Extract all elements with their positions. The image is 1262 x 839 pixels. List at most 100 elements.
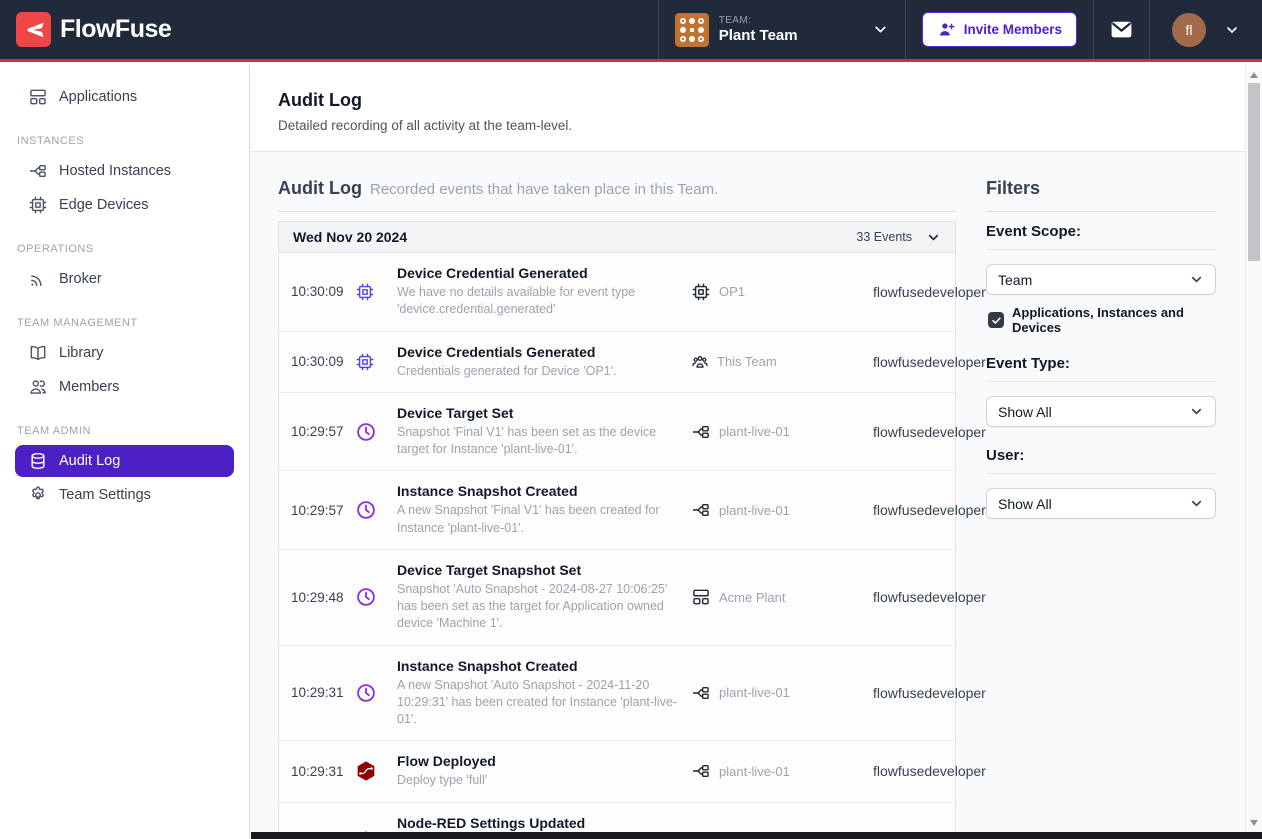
sidebar-item-label: Team Settings xyxy=(59,487,151,503)
event-time: 10:29:57 xyxy=(291,424,355,439)
team-name: Plant Team xyxy=(719,27,798,44)
audit-section-subtitle: Recorded events that have taken place in… xyxy=(370,181,718,198)
sidebar-item-members[interactable]: Members xyxy=(0,371,249,403)
event-time: 10:29:57 xyxy=(291,503,355,518)
scroll-up-arrow-icon[interactable] xyxy=(1250,72,1258,78)
clock-icon xyxy=(355,499,377,521)
chevron-down-icon xyxy=(872,21,889,38)
sidebar-item-label: Audit Log xyxy=(59,453,120,469)
chevron-down-icon xyxy=(1189,496,1204,511)
user-filter-value: Show All xyxy=(998,496,1052,512)
chevron-down-icon xyxy=(926,230,941,245)
database-icon xyxy=(28,451,48,471)
audit-date-group-header[interactable]: Wed Nov 20 2024 33 Events xyxy=(279,222,955,253)
sidebar-section-label: INSTANCES xyxy=(17,135,249,147)
event-description: Deploy type 'full' xyxy=(397,772,679,789)
scope-include-checkbox-row[interactable]: Applications, Instances and Devices xyxy=(988,305,1216,335)
brand-name: FlowFuse xyxy=(60,15,171,44)
scroll-down-arrow-icon[interactable] xyxy=(1250,820,1258,826)
event-time: 10:30:09 xyxy=(291,284,355,299)
sidebar-item-hosted-instances[interactable]: Hosted Instances xyxy=(0,155,249,187)
page-header: Audit Log Detailed recording of all acti… xyxy=(251,65,1245,152)
audit-table: Wed Nov 20 2024 33 Events 10:30:09 Devic… xyxy=(278,221,956,839)
chevron-down-icon xyxy=(1224,22,1240,38)
brand[interactable]: FlowFuse xyxy=(0,0,187,59)
audit-event-row[interactable]: 10:29:48 Device Target Snapshot Set Snap… xyxy=(279,550,955,646)
event-user: flowfusedeveloper xyxy=(873,763,986,779)
audit-event-row[interactable]: 10:29:31 Instance Snapshot Created A new… xyxy=(279,646,955,742)
pipeline-icon xyxy=(691,500,711,520)
sidebar-item-audit-log[interactable]: Audit Log xyxy=(15,445,234,477)
audit-section-title: Audit Log xyxy=(278,178,362,199)
event-scope-select[interactable]: Team xyxy=(986,264,1216,295)
event-description: A new Snapshot 'Final V1' has been creat… xyxy=(397,502,679,537)
user-avatar: fl xyxy=(1172,13,1206,47)
event-description: Snapshot 'Final V1' has been set as the … xyxy=(397,424,679,459)
event-time: 10:29:48 xyxy=(291,590,355,605)
event-scope-label: Acme Plant xyxy=(719,590,785,605)
scrollbar-thumb[interactable] xyxy=(1248,83,1260,261)
event-scope-label: plant-live-01 xyxy=(719,685,790,700)
group-event-count: 33 Events xyxy=(856,230,912,244)
user-select[interactable]: Show All xyxy=(986,488,1216,519)
top-navbar: FlowFuse TEAM xyxy=(0,0,1262,62)
library-icon xyxy=(28,343,48,363)
user-menu[interactable]: fl xyxy=(1149,0,1262,59)
sidebar-item-team-settings[interactable]: Team Settings xyxy=(0,479,249,511)
team-icon xyxy=(691,353,709,371)
sidebar-item-edge-devices[interactable]: Edge Devices xyxy=(0,189,249,221)
sidebar-item-label: Edge Devices xyxy=(59,197,148,213)
gear-icon xyxy=(28,485,48,505)
event-type-select[interactable]: Show All xyxy=(986,396,1216,427)
filter-label-user: User: xyxy=(986,447,1216,474)
event-title: Device Target Set xyxy=(397,405,679,421)
group-date: Wed Nov 20 2024 xyxy=(293,229,407,245)
members-icon xyxy=(28,377,48,397)
event-user: flowfusedeveloper xyxy=(873,589,986,605)
page-title: Audit Log xyxy=(278,90,1245,111)
event-scope-value: Team xyxy=(998,272,1032,288)
event-user: flowfusedeveloper xyxy=(873,284,986,300)
event-scope-label: OP1 xyxy=(719,284,745,299)
event-description: We have no details available for event t… xyxy=(397,284,679,319)
team-selector[interactable]: TEAM: Plant Team xyxy=(658,0,905,59)
cpu-chip-icon xyxy=(691,282,711,302)
event-scope: plant-live-01 xyxy=(691,500,873,520)
chevron-down-icon xyxy=(1189,272,1204,287)
event-scope: Acme Plant xyxy=(691,587,873,607)
event-user: flowfusedeveloper xyxy=(873,354,986,370)
checkbox-checked-icon[interactable] xyxy=(988,312,1004,328)
sidebar-item-label: Applications xyxy=(59,89,137,105)
clock-icon xyxy=(355,421,377,443)
sidebar-item-applications[interactable]: Applications xyxy=(0,81,249,113)
cpu-chip-icon xyxy=(355,352,375,372)
sidebar-item-broker[interactable]: Broker xyxy=(0,263,249,295)
audit-event-row[interactable]: 10:29:57 Instance Snapshot Created A new… xyxy=(279,471,955,550)
event-scope: plant-live-01 xyxy=(691,761,873,781)
vertical-scrollbar[interactable] xyxy=(1245,65,1262,839)
audit-event-row[interactable]: 10:30:09 Device Credentials Generated Cr… xyxy=(279,332,955,393)
event-scope: plant-live-01 xyxy=(691,683,873,703)
audit-event-row[interactable]: 10:30:09 Device Credential Generated We … xyxy=(279,253,955,332)
event-scope: plant-live-01 xyxy=(691,422,873,442)
invite-members-button[interactable]: Invite Members xyxy=(922,12,1077,47)
team-avatar xyxy=(675,13,709,47)
audit-event-row[interactable]: 10:29:57 Device Target Set Snapshot 'Fin… xyxy=(279,393,955,472)
event-title: Device Credential Generated xyxy=(397,265,679,281)
event-title: Device Credentials Generated xyxy=(397,344,679,360)
audit-event-row[interactable]: 10:29:31 Flow Deployed Deploy type 'full… xyxy=(279,741,955,802)
sidebar-item-library[interactable]: Library xyxy=(0,337,249,369)
notifications-button[interactable] xyxy=(1093,0,1149,59)
pipeline-icon xyxy=(28,161,48,181)
clock-icon xyxy=(355,586,377,608)
event-time: 10:30:09 xyxy=(291,354,355,369)
broker-icon xyxy=(28,269,48,289)
event-user: flowfusedeveloper xyxy=(873,502,986,518)
event-description: Snapshot 'Auto Snapshot - 2024-08-27 10:… xyxy=(397,581,679,633)
cpu-chip-icon xyxy=(355,282,375,302)
checkbox-label: Applications, Instances and Devices xyxy=(1012,305,1216,335)
event-user: flowfusedeveloper xyxy=(873,424,986,440)
event-title: Node-RED Settings Updated xyxy=(397,815,679,831)
cpu-chip-icon xyxy=(28,195,48,215)
event-scope-label: plant-live-01 xyxy=(719,764,790,779)
